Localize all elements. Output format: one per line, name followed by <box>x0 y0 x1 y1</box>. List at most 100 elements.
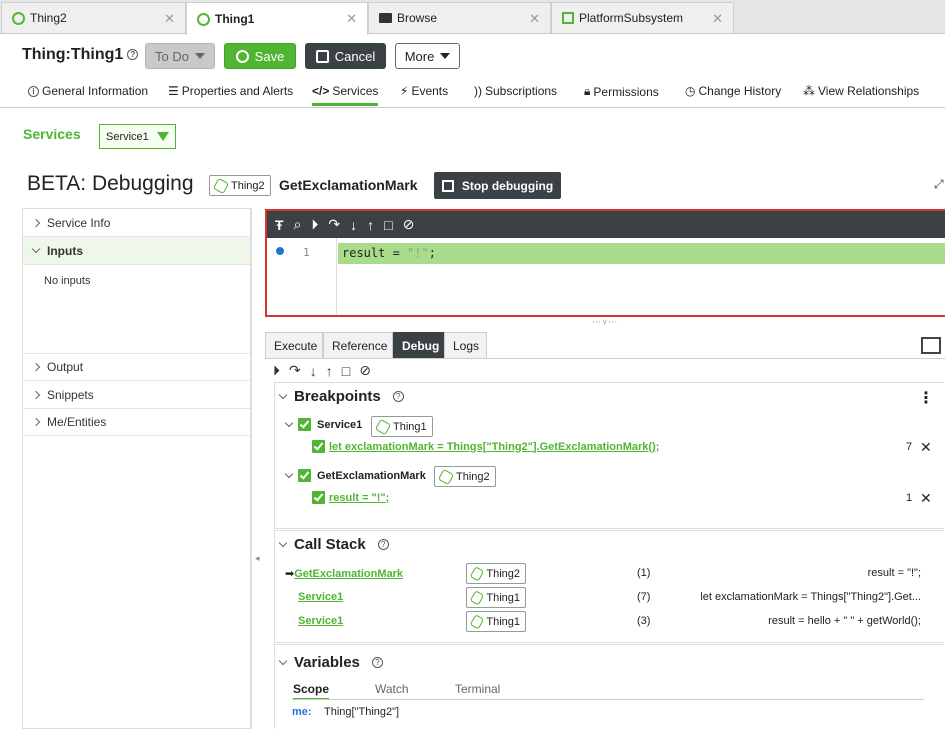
tab-reference[interactable]: Reference <box>323 332 393 358</box>
variable-name[interactable]: me: <box>292 706 312 718</box>
tab-platform-subsystem[interactable]: PlatformSubsystem ✕ <box>551 2 734 33</box>
frame-link[interactable]: Service1 <box>298 591 343 603</box>
subnav-properties-and-alerts[interactable]: ☰ Properties and Alerts <box>168 84 293 98</box>
deactivate-breakpoints-icon[interactable]: ⊘ <box>403 216 415 233</box>
close-icon[interactable]: ✕ <box>529 11 540 27</box>
call-stack-frame: ➡GetExclamationMark <box>285 567 403 580</box>
frame-link[interactable]: Service1 <box>298 615 343 627</box>
resume-icon[interactable]: ⏵ <box>311 216 318 233</box>
stop-debugging-button[interactable]: Stop debugging <box>434 172 561 199</box>
layout-toggle-icon[interactable] <box>921 337 941 354</box>
close-icon[interactable]: ✕ <box>346 11 357 27</box>
checkbox[interactable] <box>298 418 311 431</box>
clock-icon: ◷ <box>685 84 696 98</box>
todo-button[interactable]: To Do <box>145 43 215 69</box>
cancel-button[interactable]: Cancel <box>305 43 386 69</box>
remove-breakpoint-icon[interactable]: ✕ <box>920 439 932 456</box>
step-into-icon[interactable]: ↓ <box>310 363 317 379</box>
breakpoint-code-link[interactable]: let exclamationMark = Things["Thing2"].G… <box>329 441 659 453</box>
checkbox[interactable] <box>298 469 311 482</box>
folder-icon <box>379 13 392 23</box>
breakpoint-line-number: 7 <box>906 441 913 453</box>
format-icon[interactable]: Ŧ <box>275 217 284 233</box>
breakpoint-code-link[interactable]: result = "!"; <box>329 492 389 504</box>
bolt-icon: ⚡ <box>400 84 409 98</box>
breakpoint-group-service1[interactable]: Service1 <box>284 418 362 431</box>
collapse-left-icon[interactable]: ◂ <box>255 553 260 564</box>
subnav-events[interactable]: ⚡ Events <box>400 84 448 98</box>
tab-scope[interactable]: Scope <box>293 682 330 700</box>
step-over-icon[interactable]: ↷ <box>289 362 301 379</box>
subnav-general-information[interactable]: i General Information <box>28 84 148 98</box>
step-into-icon[interactable]: ↓ <box>350 217 357 233</box>
snippets-section[interactable]: Snippets <box>23 381 250 409</box>
deactivate-breakpoints-icon[interactable]: ⊘ <box>359 362 371 379</box>
frame-link[interactable]: GetExclamationMark <box>294 568 403 580</box>
resume-icon[interactable]: ⏵ <box>273 362 280 379</box>
step-out-icon[interactable]: ↑ <box>367 217 374 233</box>
remove-breakpoint-icon[interactable]: ✕ <box>920 490 932 507</box>
call-stack-row[interactable]: ➡GetExclamationMark (1) result = "!"; <box>285 564 935 584</box>
service-info-section[interactable]: Service Info <box>23 209 250 237</box>
tab-watch[interactable]: Watch <box>375 682 409 696</box>
thing-tag-label: Thing2 <box>456 470 490 483</box>
thing-tag[interactable]: Thing2 <box>209 175 271 196</box>
breakpoint-row[interactable]: let exclamationMark = Things["Thing2"].G… <box>312 440 659 453</box>
breakpoints-header[interactable]: Breakpoints ? <box>278 388 404 405</box>
code-editor[interactable]: Ŧ ⌕ ⏵ ↷ ↓ ↑ □ ⊘ 1 result = "!"; <box>265 209 945 317</box>
more-button[interactable]: More <box>395 43 460 69</box>
tab-thing2[interactable]: Thing2 ✕ <box>1 2 186 33</box>
services-label: Services <box>23 126 81 142</box>
breakpoint-row[interactable]: result = "!"; <box>312 491 389 504</box>
stop-icon[interactable]: □ <box>342 363 350 379</box>
subnav-permissions[interactable]: 🔒︎ Permissions <box>584 84 659 99</box>
subsystem-icon <box>562 12 574 24</box>
resize-handle-icon[interactable]: ⋯˅⋯ <box>592 317 618 328</box>
service-select[interactable]: Service1 <box>99 124 176 149</box>
thing-tag[interactable]: Thing2 <box>434 466 496 487</box>
tab-logs[interactable]: Logs <box>444 332 487 358</box>
code-token: result = <box>342 246 408 260</box>
list-icon: ☰ <box>168 84 179 98</box>
panel-splitter[interactable]: ◂ <box>251 208 265 729</box>
help-icon[interactable]: ? <box>377 539 389 550</box>
checkbox[interactable] <box>312 491 325 504</box>
close-icon[interactable]: ✕ <box>712 11 723 27</box>
step-over-icon[interactable]: ↷ <box>328 216 340 233</box>
step-out-icon[interactable]: ↑ <box>326 363 333 379</box>
subnav-subscriptions[interactable]: )) Subscriptions <box>474 84 557 98</box>
kebab-menu-icon[interactable]: ⋮ <box>918 388 934 408</box>
thing-tag[interactable]: Thing2 <box>466 563 526 584</box>
call-stack-row[interactable]: Service1 (3) result = hello + " " + getW… <box>285 612 935 632</box>
subnav-change-history[interactable]: ◷ Change History <box>685 84 781 98</box>
code-line[interactable]: result = "!"; <box>338 243 945 264</box>
checkbox[interactable] <box>312 440 325 453</box>
subnav-services[interactable]: </> Services <box>312 84 379 106</box>
inputs-section[interactable]: Inputs <box>23 237 250 265</box>
call-stack-header[interactable]: Call Stack ? <box>278 536 389 553</box>
tab-execute[interactable]: Execute <box>265 332 323 358</box>
tab-thing1[interactable]: Thing1 ✕ <box>186 2 368 35</box>
breakpoint-dot-icon[interactable] <box>276 247 284 255</box>
close-icon[interactable]: ✕ <box>164 11 175 27</box>
tab-debug[interactable]: Debug <box>393 332 444 358</box>
search-icon[interactable]: ⌕ <box>294 216 302 233</box>
expand-icon[interactable]: ⤢ <box>934 177 944 192</box>
variables-header[interactable]: Variables ? <box>278 654 383 671</box>
info-icon[interactable]: ? <box>127 49 139 61</box>
tab-browse[interactable]: Browse ✕ <box>368 2 551 33</box>
stop-icon[interactable]: □ <box>384 217 392 233</box>
help-icon[interactable]: ? <box>392 391 404 402</box>
breakpoint-group-getexclamationmark[interactable]: GetExclamationMark <box>284 469 426 482</box>
output-section[interactable]: Output <box>23 353 250 381</box>
thing-tag[interactable]: Thing1 <box>371 416 433 437</box>
method-name: GetExclamationMark <box>279 177 418 193</box>
thing-tag[interactable]: Thing1 <box>466 611 526 632</box>
thing-tag[interactable]: Thing1 <box>466 587 526 608</box>
me-entities-section[interactable]: Me/Entities <box>23 408 250 436</box>
call-stack-row[interactable]: Service1 (7) let exclamationMark = Thing… <box>285 588 935 608</box>
subnav-view-relationships[interactable]: ⁂ View Relationships <box>803 84 919 98</box>
save-button[interactable]: Save <box>224 43 296 69</box>
tab-terminal[interactable]: Terminal <box>455 682 500 696</box>
help-icon[interactable]: ? <box>371 657 383 668</box>
